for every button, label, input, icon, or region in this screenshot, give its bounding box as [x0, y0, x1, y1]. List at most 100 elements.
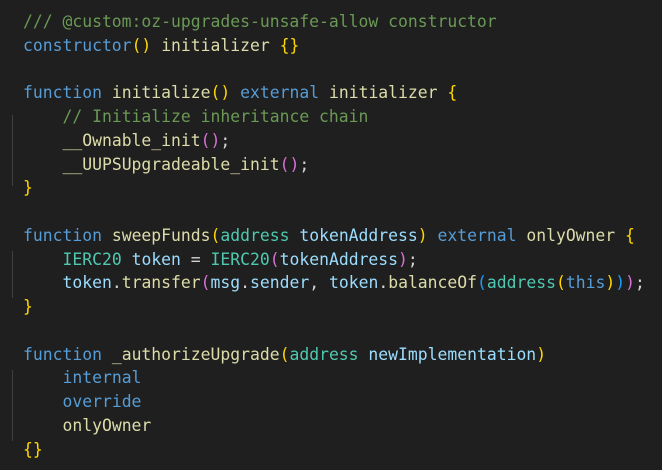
code-token: internal	[62, 368, 142, 388]
code-line[interactable]: __Ownable_init();	[23, 129, 662, 153]
code-line[interactable]: function sweepFunds(address tokenAddress…	[23, 224, 662, 248]
code-token: (	[279, 344, 290, 364]
code-line[interactable]: override	[23, 390, 662, 414]
code-line[interactable]: __UUPSUpgradeable_init();	[23, 153, 662, 177]
code-token: tokenAddress	[279, 249, 399, 269]
code-token: token	[62, 273, 112, 293]
code-token: sweepFunds	[111, 225, 211, 245]
code-token: function	[23, 225, 102, 245]
code-token: {	[625, 225, 635, 245]
code-line[interactable]: onlyOwner	[23, 414, 662, 438]
code-line[interactable]: token.transfer(msg.sender, token.balance…	[23, 271, 662, 295]
code-line[interactable]: }	[23, 176, 662, 200]
code-token: __Ownable_init	[62, 130, 201, 150]
code-editor[interactable]: /// @custom:oz-upgrades-unsafe-allow con…	[0, 0, 662, 470]
code-token: ,	[309, 273, 329, 293]
code-line[interactable]: {}	[23, 438, 662, 462]
code-token: transfer	[121, 273, 201, 293]
code-line[interactable]: constructor() initializer {}	[23, 34, 662, 58]
code-token: ;	[299, 154, 310, 174]
code-token: tokenAddress	[299, 225, 418, 245]
code-token: .	[378, 273, 389, 293]
code-token: .	[111, 273, 122, 293]
code-line[interactable]: /// @custom:oz-upgrades-unsafe-allow con…	[23, 10, 662, 34]
code-token: )	[625, 273, 635, 293]
code-token: __UUPSUpgradeable_init	[62, 154, 280, 174]
code-line[interactable]	[23, 200, 662, 224]
code-token: balanceOf	[388, 273, 478, 293]
code-token: )	[417, 225, 428, 245]
code-token: _authorizeUpgrade	[111, 344, 280, 364]
code-line[interactable]	[23, 319, 662, 343]
code-token: )	[536, 344, 547, 364]
code-token: this	[565, 273, 606, 293]
indent-guide-initialize	[12, 115, 13, 186]
code-token: onlyOwner	[62, 415, 152, 435]
code-token: // Initialize inheritance chain	[62, 107, 369, 126]
code-token: (	[477, 273, 487, 293]
indent-guide-authorize	[12, 370, 13, 441]
code-line[interactable]: function _authorizeUpgrade(address newIm…	[23, 343, 662, 367]
code-line[interactable]	[23, 58, 662, 82]
code-token: function	[23, 344, 102, 364]
code-token: newImplementation	[368, 344, 537, 364]
code-token: ()	[131, 35, 152, 55]
code-line[interactable]: function initialize() external initializ…	[23, 81, 662, 105]
code-line[interactable]: internal	[23, 366, 662, 390]
code-token: )	[398, 249, 408, 269]
code-token: =	[180, 249, 211, 269]
code-line[interactable]: // Initialize inheritance chain	[23, 105, 662, 129]
code-lines[interactable]: /// @custom:oz-upgrades-unsafe-allow con…	[23, 10, 662, 461]
code-token: ()	[210, 83, 231, 103]
code-token: address	[486, 273, 556, 293]
code-token: sender	[250, 273, 310, 293]
code-token: )	[615, 273, 626, 293]
code-token: external	[240, 83, 320, 103]
code-token: ;	[634, 273, 645, 293]
code-token: address	[289, 344, 359, 364]
code-token: token	[131, 249, 181, 269]
code-token: }	[23, 178, 33, 198]
code-token: )	[605, 273, 616, 293]
code-token: ()	[200, 130, 221, 150]
code-token: (	[555, 273, 566, 293]
code-token: address	[220, 225, 290, 245]
code-token: override	[62, 392, 142, 411]
code-token: ;	[407, 249, 418, 269]
code-line[interactable]: }	[23, 295, 662, 319]
code-line[interactable]: IERC20 token = IERC20(tokenAddress);	[23, 248, 662, 272]
code-token: token	[328, 273, 379, 293]
code-token: ()	[279, 154, 300, 174]
code-token: ;	[220, 130, 231, 150]
code-token: initializer	[328, 83, 438, 103]
code-token: initializer	[161, 35, 270, 55]
code-token: {}	[279, 35, 300, 55]
code-token: (	[200, 273, 211, 293]
indent-guide-sweepfunds	[12, 251, 13, 298]
code-token: constructor	[23, 35, 132, 55]
code-token: initialize	[111, 83, 211, 103]
code-token: {}	[23, 439, 43, 459]
code-token: onlyOwner	[526, 225, 616, 245]
